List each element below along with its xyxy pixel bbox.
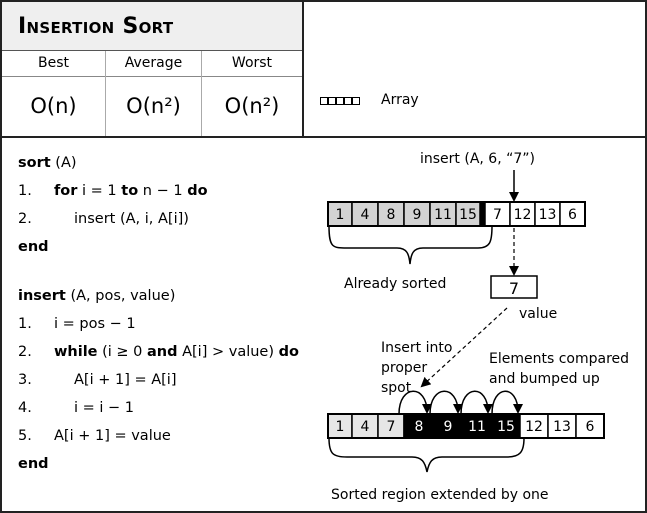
insertion-diagram: insert (A, 6, “7”)1 4 8 9 11 15 7 12 13 6Already … xyxy=(327,151,629,503)
array-cell-value: 7 xyxy=(387,419,396,435)
bump-arrow xyxy=(460,390,493,415)
array-cell-value: 12 xyxy=(525,419,543,435)
value-label: value xyxy=(519,306,557,322)
array-cell-value: 9 xyxy=(444,419,453,435)
array-cell-value: 9 xyxy=(413,207,422,223)
array-cell-value: 1 xyxy=(336,419,345,435)
insertion-sort-card: Insertion Sort Best Average Worst O(n) O… xyxy=(0,0,647,513)
array-cell-value: 13 xyxy=(539,207,557,223)
extended-label: Sorted region extended by one xyxy=(331,487,549,503)
array-cell-value: 15 xyxy=(459,207,477,223)
array-cell-value: 12 xyxy=(514,207,532,223)
already-sorted-label: Already sorted xyxy=(344,276,446,292)
array-cell-value: 6 xyxy=(568,207,577,223)
bump-arrow xyxy=(429,390,463,415)
brace xyxy=(328,225,493,265)
array-cell-value: 15 xyxy=(497,419,515,435)
array-cell-value: 1 xyxy=(336,207,345,223)
insert-label: Insert into xyxy=(381,340,452,356)
array-cell-value: 13 xyxy=(553,419,571,435)
insert-label: proper xyxy=(381,360,427,376)
bumped-label: and bumped up xyxy=(489,371,600,387)
bump-arrow xyxy=(491,390,523,415)
array-cell-value: 11 xyxy=(434,207,452,223)
bumped-label: Elements compared xyxy=(489,351,629,367)
insert-call-label: insert (A, 6, “7”) xyxy=(420,151,535,167)
array-cell-value: 8 xyxy=(387,207,396,223)
array-cell-value: 4 xyxy=(361,419,370,435)
array-cell-value: 7 xyxy=(493,207,502,223)
array-cell-value: 6 xyxy=(586,419,595,435)
array-cell-value: 11 xyxy=(468,419,486,435)
array-cell-value: 8 xyxy=(415,419,424,435)
value-box-text: 7 xyxy=(509,279,519,298)
array-cell-value: 4 xyxy=(361,207,370,223)
brace xyxy=(328,437,525,473)
